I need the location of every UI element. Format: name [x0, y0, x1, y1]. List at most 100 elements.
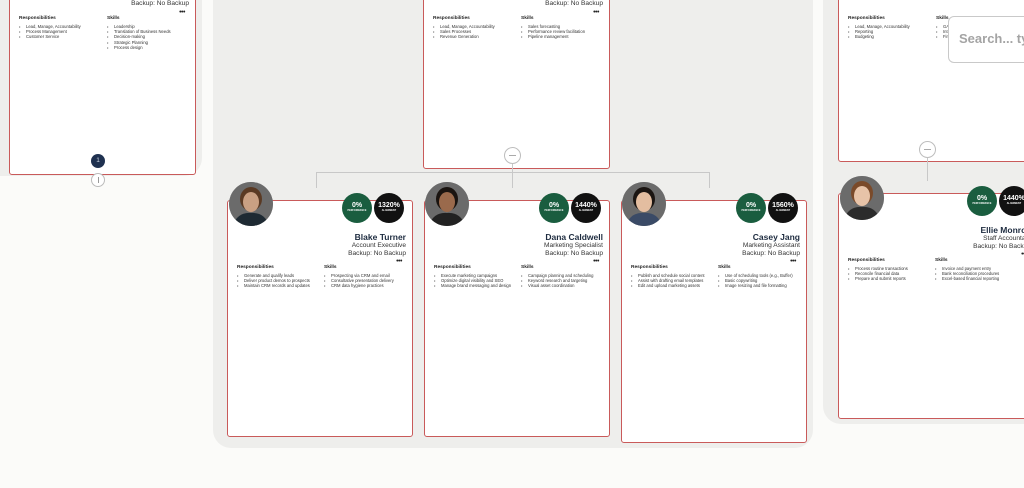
- list-item: Maintain CRM records and updates: [237, 283, 322, 288]
- responsibilities-section: Responsibilities Execute marketing campa…: [434, 265, 519, 289]
- list-item: CRM data hygiene practices: [324, 283, 409, 288]
- more-options-icon[interactable]: •••: [177, 9, 187, 16]
- employee-name: Blake Turner: [354, 232, 406, 242]
- performance-badge[interactable]: 0% PERFORMANCE: [539, 193, 569, 223]
- more-options-icon[interactable]: •••: [591, 9, 601, 16]
- person-photo-icon: [229, 182, 273, 226]
- responsibilities-heading: Responsibilities: [433, 16, 470, 21]
- responsibilities-section: Responsibilities Lead, Manage, Accountab…: [19, 16, 104, 40]
- skills-list: Leadership Translation of Business Needs…: [107, 24, 192, 50]
- alignment-badge[interactable]: 1320% ALIGNMENT: [374, 193, 404, 223]
- employee-card[interactable]: Casey Jang Marketing Assistant Backup: N…: [621, 200, 807, 443]
- list-item: Image resizing and file formatting: [718, 283, 803, 288]
- employee-title: Staff Accountant: [983, 235, 1024, 242]
- skills-heading: Skills: [521, 265, 534, 270]
- responsibilities-section: Responsibilities Publish and schedule so…: [631, 265, 716, 289]
- responsibilities-heading: Responsibilities: [237, 265, 274, 270]
- list-item: Pipeline management: [521, 34, 606, 39]
- responsibilities-heading: Responsibilities: [434, 265, 471, 270]
- responsibilities-list: Publish and schedule social contentAssis…: [631, 273, 716, 289]
- manager-card-center[interactable]: Backup: No Backup ••• Responsibilities L…: [423, 0, 610, 169]
- manager-card-left[interactable]: Backup: No Backup ••• Responsibilities L…: [9, 0, 196, 175]
- performance-badge[interactable]: 0% PERFORMANCE: [967, 186, 997, 216]
- skills-list: Prospecting via CRM and emailConsultativ…: [324, 273, 409, 289]
- employee-name: Ellie Monroe: [980, 225, 1024, 235]
- connector-line: [316, 172, 317, 188]
- avatar[interactable]: [622, 182, 666, 226]
- responsibilities-heading: Responsibilities: [848, 16, 885, 21]
- list-item: Budgeting: [848, 34, 933, 39]
- list-item: Visual asset coordination: [521, 283, 606, 288]
- responsibilities-list: Process routine transactionsReconcile fi…: [848, 266, 933, 282]
- responsibilities-list: Lead, Manage, Accountability Process Man…: [19, 24, 104, 40]
- list-item: Process design: [107, 45, 192, 50]
- page-indicator[interactable]: 1: [91, 154, 105, 168]
- person-photo-icon: [622, 182, 666, 226]
- list-item: Edit and upload marketing assets: [631, 283, 716, 288]
- skills-section: Skills Prospecting via CRM and emailCons…: [324, 265, 409, 289]
- employee-card[interactable]: Blake Turner Account Executive Backup: N…: [227, 200, 413, 437]
- more-options-icon[interactable]: •••: [591, 258, 601, 265]
- responsibilities-heading: Responsibilities: [848, 258, 885, 263]
- list-item: Prepare and submit reports: [848, 276, 933, 281]
- employee-card[interactable]: Ellie Monroe Staff Accountant Backup: No…: [838, 193, 1024, 419]
- skills-heading: Skills: [324, 265, 337, 270]
- skills-heading: Skills: [718, 265, 731, 270]
- employee-title: Marketing Assistant: [742, 242, 800, 249]
- skills-section: Skills Use of scheduling tools (e.g., Bu…: [718, 265, 803, 289]
- connector-line: [709, 172, 710, 188]
- responsibilities-list: Lead, Manage, Accountability Reporting B…: [848, 24, 933, 40]
- search-input[interactable]: [959, 31, 1024, 46]
- alignment-badge[interactable]: 1440% ALIGNMENT: [571, 193, 601, 223]
- employee-name: Casey Jang: [752, 232, 800, 242]
- responsibilities-heading: Responsibilities: [631, 265, 668, 270]
- backup-label: Backup: No Backup: [545, 0, 603, 7]
- skills-heading: Skills: [935, 258, 948, 263]
- responsibilities-heading: Responsibilities: [19, 16, 56, 21]
- connector-line: [316, 172, 710, 173]
- more-options-icon[interactable]: •••: [1019, 251, 1024, 258]
- responsibilities-list: Execute marketing campaignsOptimize digi…: [434, 273, 519, 289]
- skills-heading: Skills: [107, 16, 120, 21]
- list-item: Excel-based financial reporting: [935, 276, 1020, 281]
- collapse-toggle-icon[interactable]: [504, 147, 521, 164]
- list-item: Manage brand messaging and design: [434, 283, 519, 288]
- avatar[interactable]: [840, 176, 884, 220]
- responsibilities-section: Responsibilities Lead, Manage, Accountab…: [433, 16, 518, 40]
- skills-section: Skills Invoice and payment entryBank rec…: [935, 258, 1020, 282]
- employee-title: Marketing Specialist: [543, 242, 603, 249]
- alignment-badge[interactable]: 1560% ALIGNMENT: [768, 193, 798, 223]
- collapse-toggle-icon[interactable]: [919, 141, 936, 158]
- skills-list: Campaign planning and schedulingKeyword …: [521, 273, 606, 289]
- backup-label: Backup: No Backup: [545, 250, 603, 257]
- list-item: Revenue Generation: [433, 34, 518, 39]
- expand-toggle-icon[interactable]: [91, 173, 105, 187]
- responsibilities-section: Responsibilities Generate and qualify le…: [237, 265, 322, 289]
- responsibilities-section: Responsibilities Lead, Manage, Accountab…: [848, 16, 933, 40]
- backup-label: Backup: No Backup: [131, 0, 189, 7]
- skills-heading: Skills: [521, 16, 534, 21]
- more-options-icon[interactable]: •••: [394, 258, 404, 265]
- skills-list: Sales forecasting Performance review fac…: [521, 24, 606, 40]
- backup-label: Backup: No Backup: [348, 250, 406, 257]
- responsibilities-section: Responsibilities Process routine transac…: [848, 258, 933, 282]
- employee-card[interactable]: Dana Caldwell Marketing Specialist Backu…: [424, 200, 610, 437]
- performance-badge[interactable]: 0% PERFORMANCE: [342, 193, 372, 223]
- performance-badge[interactable]: 0% PERFORMANCE: [736, 193, 766, 223]
- skills-section: Skills Leadership Translation of Busines…: [107, 16, 192, 50]
- employee-title: Account Executive: [351, 242, 406, 249]
- connector-line: [927, 155, 928, 181]
- avatar[interactable]: [425, 182, 469, 226]
- responsibilities-list: Lead, Manage, Accountability Sales Proce…: [433, 24, 518, 40]
- person-photo-icon: [425, 182, 469, 226]
- skills-list: Invoice and payment entryBank reconcilia…: [935, 266, 1020, 282]
- connector-line: [512, 172, 513, 188]
- more-options-icon[interactable]: •••: [788, 258, 798, 265]
- person-photo-icon: [840, 176, 884, 220]
- skills-section: Skills Sales forecasting Performance rev…: [521, 16, 606, 40]
- skills-list: Use of scheduling tools (e.g., Buffer)Ba…: [718, 273, 803, 289]
- avatar[interactable]: [229, 182, 273, 226]
- responsibilities-list: Generate and qualify leadsDeliver produc…: [237, 273, 322, 289]
- search-box[interactable]: [948, 16, 1024, 63]
- alignment-badge[interactable]: 1440% ALIGNMENT: [999, 186, 1024, 216]
